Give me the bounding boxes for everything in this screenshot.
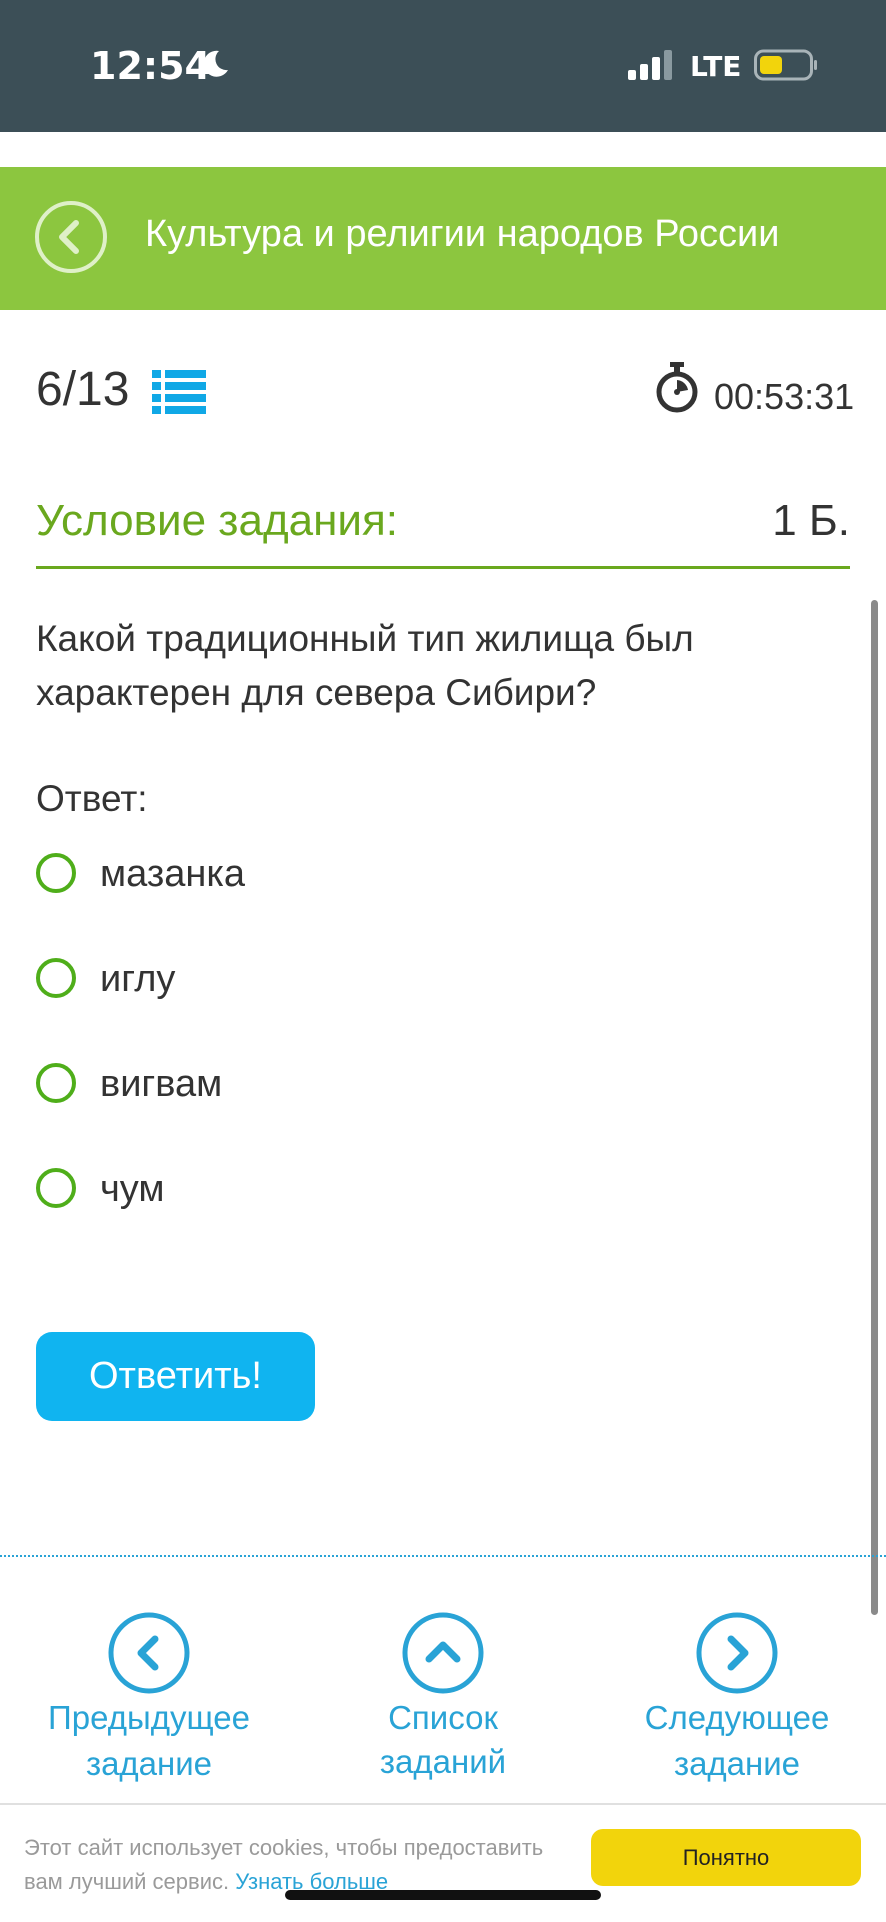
prev-task-button[interactable]: Предыдущее задание — [29, 1612, 269, 1786]
signal-icon — [628, 50, 672, 80]
radio-button[interactable] — [36, 1168, 76, 1208]
cookie-accept-button[interactable]: Понятно — [591, 1829, 861, 1886]
cookie-text: Этот сайт использует cookies, чтобы пред… — [24, 1831, 584, 1899]
home-indicator[interactable] — [285, 1890, 601, 1900]
answer-option[interactable]: вигвам — [36, 1059, 636, 1109]
radio-button[interactable] — [36, 853, 76, 893]
task-list-icon[interactable] — [152, 368, 206, 416]
option-label: иглу — [100, 958, 176, 1000]
option-label: чум — [100, 1168, 165, 1210]
scrollbar[interactable] — [871, 600, 878, 1615]
task-points: 1 Б. — [772, 496, 850, 545]
next-task-label-1: Следующее — [644, 1699, 830, 1736]
condition-title: Условие задания: — [36, 496, 399, 545]
condition-divider — [36, 566, 850, 569]
answer-option[interactable]: мазанка — [36, 849, 636, 899]
battery-icon — [754, 49, 817, 81]
question-text: Какой традиционный тип жилища был характ… — [36, 618, 694, 713]
section-divider — [0, 1555, 886, 1557]
chevron-left-icon — [108, 1612, 190, 1694]
chevron-right-icon — [696, 1612, 778, 1694]
page-title: Культура и религии народов России — [145, 213, 780, 255]
submit-button[interactable]: Ответить! — [36, 1332, 315, 1421]
cookie-banner: Этот сайт использует cookies, чтобы пред… — [0, 1803, 886, 1922]
answer-option[interactable]: чум — [36, 1164, 636, 1214]
option-label: мазанка — [100, 853, 245, 895]
task-timer: 00:53:31 — [714, 376, 855, 417]
back-button[interactable] — [34, 200, 108, 274]
answer-option[interactable]: иглу — [36, 954, 636, 1004]
task-progress: 6/13 — [36, 363, 130, 416]
task-list-button[interactable]: Список заданий — [323, 1612, 563, 1784]
prev-task-label-1: Предыдущее — [48, 1699, 250, 1736]
stopwatch-icon — [656, 362, 698, 413]
status-bar: 12:54 LTE — [0, 0, 886, 132]
task-list-label: Список заданий — [379, 1699, 507, 1780]
moon-icon — [203, 50, 228, 77]
next-task-label-2: задание — [673, 1745, 801, 1782]
chevron-up-icon — [402, 1612, 484, 1694]
answer-label: Ответ: — [36, 778, 148, 819]
status-time: 12:54 — [90, 44, 211, 88]
radio-button[interactable] — [36, 1063, 76, 1103]
app-header: Культура и религии народов России — [0, 167, 886, 310]
option-label: вигвам — [100, 1063, 223, 1105]
radio-button[interactable] — [36, 958, 76, 998]
network-label: LTE — [690, 50, 742, 83]
next-task-button[interactable]: Следующее задание — [617, 1612, 857, 1786]
prev-task-label-2: задание — [85, 1745, 213, 1782]
